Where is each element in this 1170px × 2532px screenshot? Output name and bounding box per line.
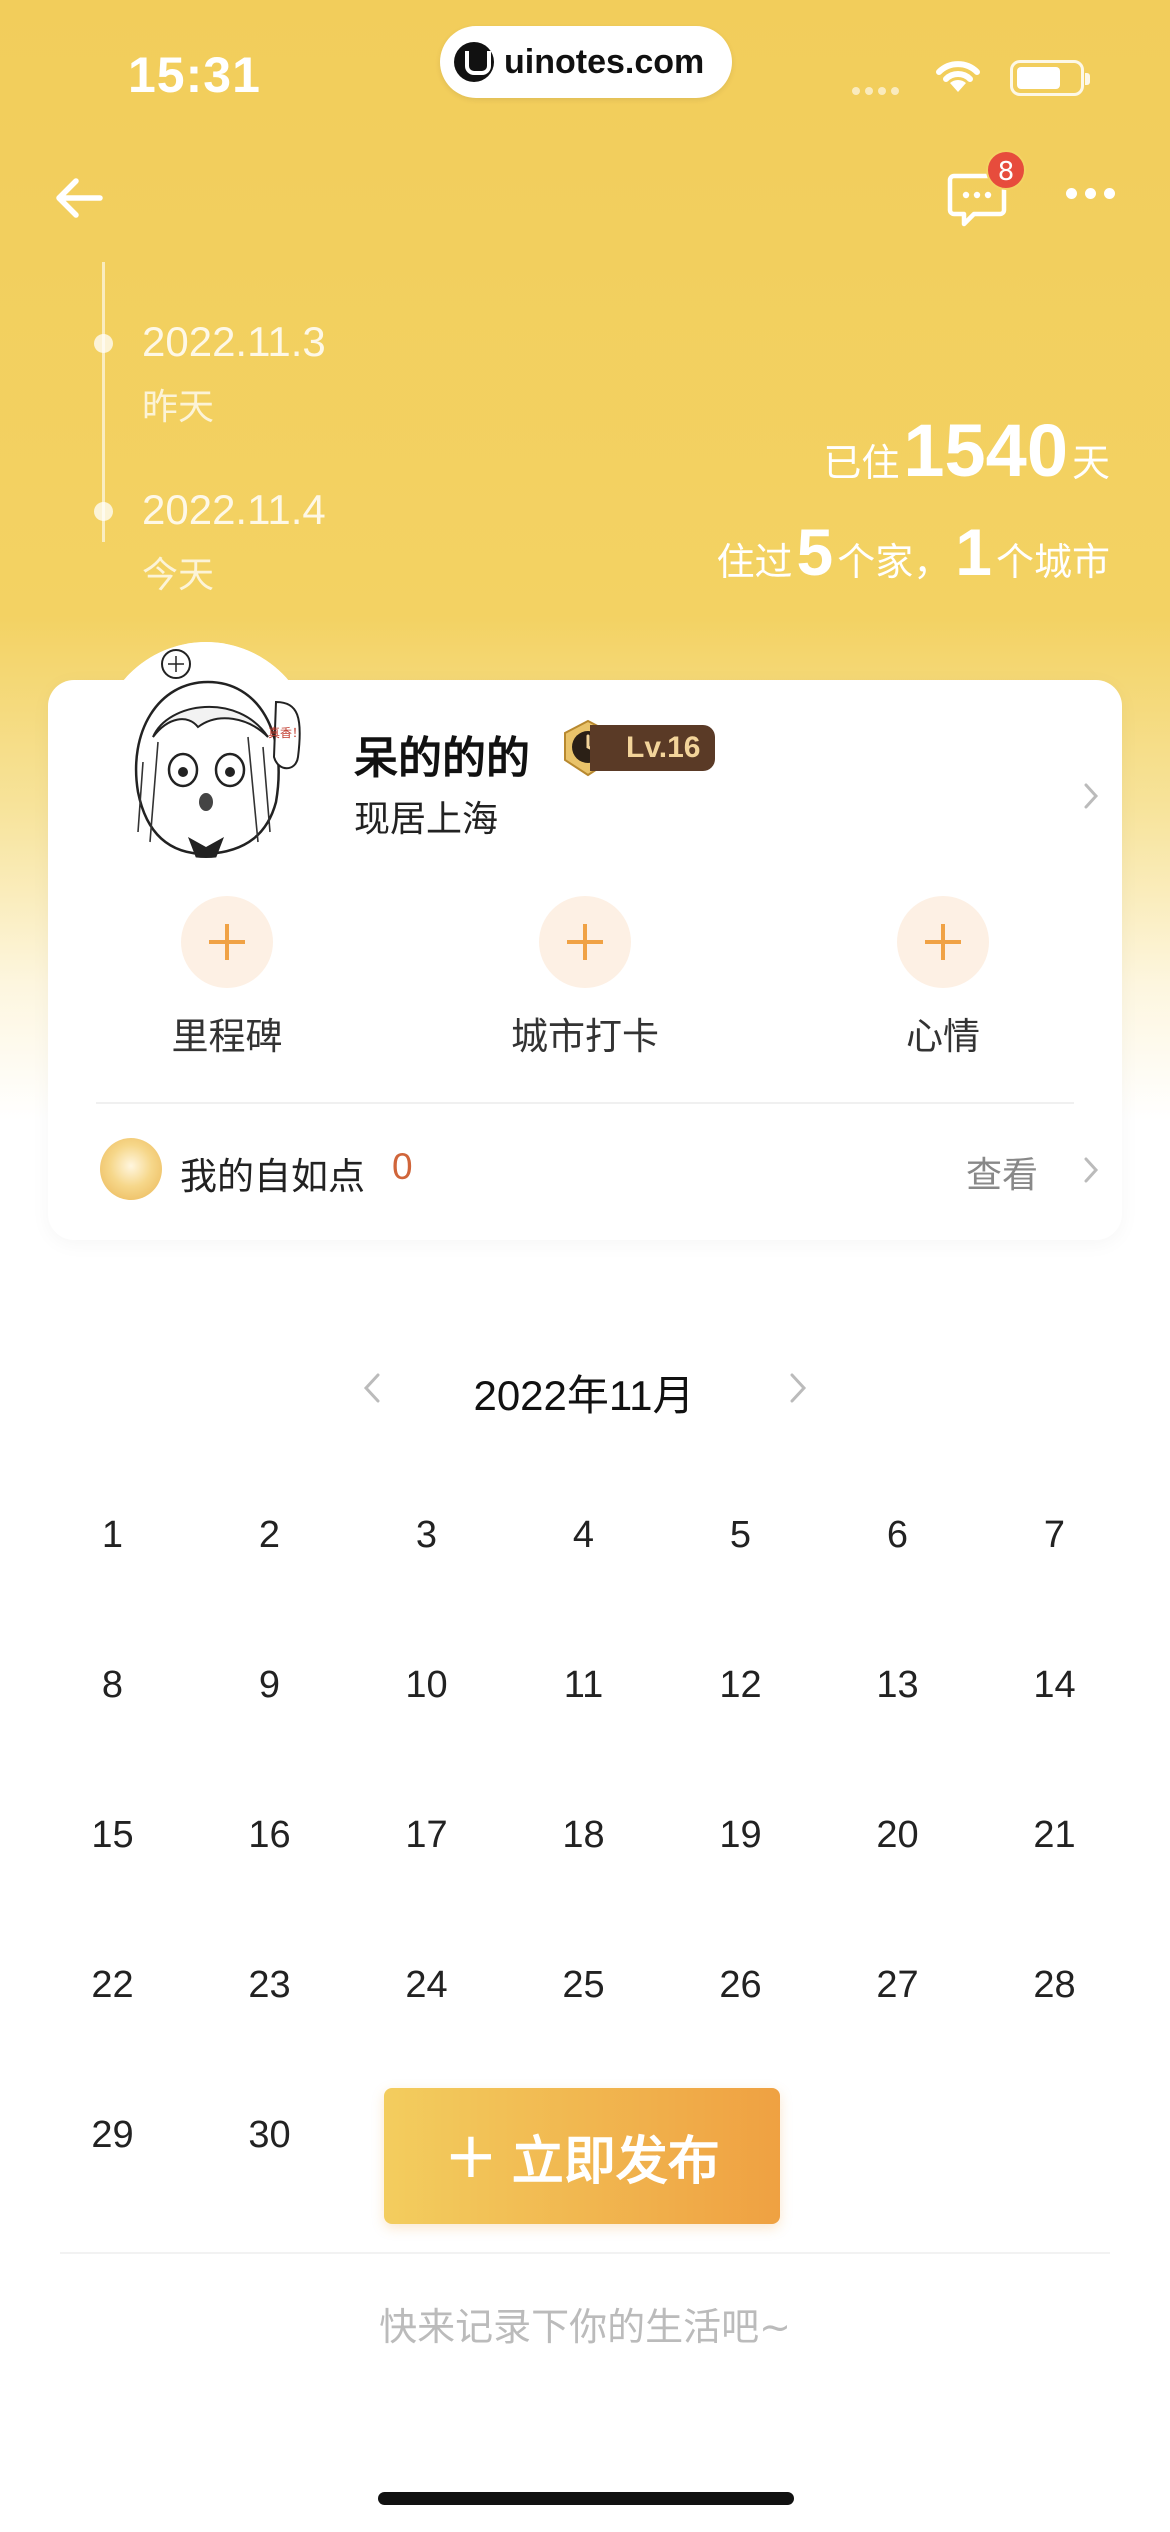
calendar-day[interactable]: 4 [505, 1500, 662, 1570]
username: 呆的的的 [354, 733, 530, 784]
plus-icon [897, 896, 989, 988]
calendar-day[interactable]: 28 [976, 1950, 1133, 2020]
calendar-day[interactable]: 26 [662, 1950, 819, 2020]
calendar-day[interactable]: 17 [348, 1800, 505, 1870]
calendar-day[interactable]: 10 [348, 1650, 505, 1720]
cities-suffix: 个城市 [995, 540, 1110, 584]
bottom-divider [60, 2252, 1110, 2254]
calendar-day[interactable]: 9 [191, 1650, 348, 1720]
cellular-signal-icon [852, 80, 904, 99]
action-label: 城市打卡 [511, 1015, 659, 1058]
calendar-month-title: 2022年11月 [473, 1372, 695, 1419]
timeline-date: 2022.11.3 [142, 318, 326, 365]
calendar-day[interactable]: 24 [348, 1950, 505, 2020]
calendar-day[interactable]: 18 [505, 1800, 662, 1870]
days-lived-prefix: 已住 [823, 441, 900, 485]
homes-cities-stat: 住过 5 个家， 1 个城市 [717, 514, 1110, 590]
calendar-day[interactable]: 8 [34, 1650, 191, 1720]
calendar-day[interactable]: 22 [34, 1950, 191, 2020]
publish-label: 立即发布 [511, 2131, 720, 2192]
cities-count: 1 [955, 515, 992, 589]
homes-suffix: 个家， [837, 540, 952, 584]
points-coin-icon [100, 1138, 162, 1200]
homes-count: 5 [796, 515, 834, 589]
timeline-dot [94, 334, 113, 353]
points-label: 我的自如点 [180, 1155, 365, 1198]
uinotes-logo-icon [454, 42, 494, 82]
timeline-date: 2022.11.4 [142, 486, 326, 533]
days-lived-stat: 已住 1540 天 [823, 408, 1110, 493]
calendar-day[interactable]: 3 [348, 1500, 505, 1570]
chevron-right-icon[interactable] [1080, 1154, 1102, 1186]
calendar-day[interactable]: 16 [191, 1800, 348, 1870]
action-label: 里程碑 [171, 1015, 283, 1058]
calendar-day[interactable]: 6 [819, 1500, 976, 1570]
calendar-day[interactable]: 7 [976, 1500, 1133, 1570]
action-label: 心情 [906, 1015, 980, 1058]
plus-icon [539, 896, 631, 988]
chevron-right-icon[interactable] [1080, 780, 1102, 812]
back-arrow-icon[interactable] [50, 168, 110, 228]
days-lived-suffix: 天 [1071, 441, 1110, 485]
plus-icon [181, 896, 273, 988]
avatar-bubble-text: 真香！ [268, 726, 304, 740]
avatar-illustration: 真香！ [98, 642, 314, 858]
home-indicator [378, 2492, 794, 2505]
status-time: 15:31 [128, 47, 261, 103]
location-text: 现居上海 [354, 799, 499, 840]
more-dots-icon[interactable] [1066, 188, 1115, 199]
publish-button[interactable]: + 立即发布 [384, 2088, 780, 2224]
calendar-day[interactable]: 13 [819, 1650, 976, 1720]
calendar-day[interactable]: 27 [819, 1950, 976, 2020]
url-text: uinotes.com [504, 42, 705, 81]
message-badge: 8 [986, 150, 1026, 190]
calendar-day[interactable]: 29 [34, 2100, 191, 2170]
calendar-day[interactable]: 19 [662, 1800, 819, 1870]
plus-icon: + [444, 2119, 498, 2193]
homes-prefix: 住过 [716, 540, 793, 584]
level-badge: Lv.16 [558, 718, 715, 778]
empty-hint: 快来记录下你的生活吧~ [379, 2305, 791, 2349]
card-divider [96, 1102, 1074, 1104]
timeline-line [102, 262, 105, 542]
calendar-day[interactable]: 5 [662, 1500, 819, 1570]
calendar-day[interactable]: 20 [819, 1800, 976, 1870]
calendar-day[interactable]: 2 [191, 1500, 348, 1570]
view-points-link[interactable]: 查看 [966, 1146, 1038, 1198]
level-text: Lv.16 [590, 725, 715, 771]
calendar-day[interactable]: 21 [976, 1800, 1133, 1870]
wifi-icon [936, 61, 980, 92]
next-month-icon[interactable] [786, 1370, 810, 1406]
battery-icon [1010, 60, 1090, 96]
timeline-label: 昨天 [142, 387, 215, 428]
calendar-day[interactable]: 23 [191, 1950, 348, 2020]
action-milestone[interactable]: 里程碑 [107, 896, 347, 1060]
calendar-day[interactable]: 1 [34, 1500, 191, 1570]
calendar-day[interactable]: 11 [505, 1650, 662, 1720]
timeline-dot [94, 502, 113, 521]
url-pill: uinotes.com [440, 26, 732, 98]
calendar-day[interactable]: 25 [505, 1950, 662, 2020]
timeline-label: 今天 [142, 555, 215, 596]
prev-month-icon[interactable] [360, 1370, 384, 1406]
calendar-day[interactable]: 14 [976, 1650, 1133, 1720]
calendar-day[interactable]: 30 [191, 2100, 348, 2170]
calendar-day[interactable]: 12 [662, 1650, 819, 1720]
action-mood[interactable]: 心情 [823, 896, 1063, 1060]
avatar[interactable]: 真香！ [98, 642, 314, 858]
days-lived-value: 1540 [903, 409, 1068, 492]
points-value: 0 [392, 1146, 413, 1187]
calendar-day[interactable]: 15 [34, 1800, 191, 1870]
action-city-checkin[interactable]: 城市打卡 [465, 896, 705, 1060]
